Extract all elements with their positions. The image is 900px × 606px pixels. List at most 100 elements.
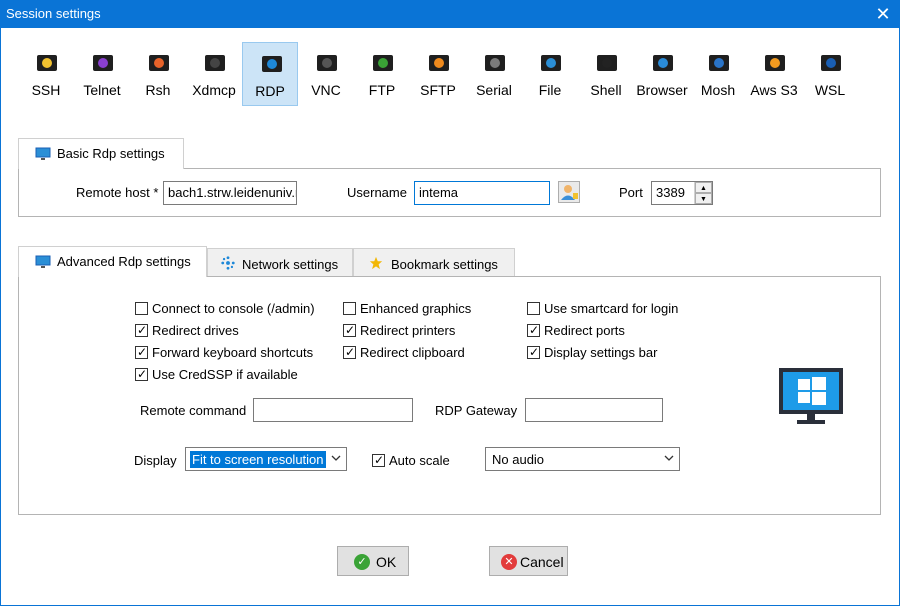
port-label: Port <box>619 185 643 200</box>
option-forward-keyboard-shortcuts-checkbox[interactable]: ✓ Forward keyboard shortcuts <box>135 345 325 361</box>
checkbox-box: ✓ <box>527 345 540 359</box>
rdp-gateway-input[interactable] <box>525 398 663 422</box>
telnet-icon <box>93 55 113 71</box>
ftp-globe-icon <box>373 55 393 71</box>
protocol-label: RDP <box>255 83 285 99</box>
display-label: Display <box>134 453 177 468</box>
option-redirect-drives-checkbox[interactable]: ✓ Redirect drives <box>135 323 325 339</box>
protocol-aws-s3-button[interactable]: Aws S3 <box>746 42 802 106</box>
option-enhanced-graphics-checkbox[interactable]: Enhanced graphics <box>343 301 533 317</box>
protocol-wsl-button[interactable]: WSL <box>802 42 858 106</box>
mosh-antenna-icon <box>709 55 729 71</box>
auto-scale-label: Auto scale <box>389 453 450 468</box>
ok-label: OK <box>376 554 397 570</box>
protocol-mosh-button[interactable]: Mosh <box>690 42 746 106</box>
check-icon: ✓ <box>345 323 356 337</box>
check-icon: ✓ <box>137 345 148 359</box>
window-title: Session settings <box>6 6 101 21</box>
vnc-icon <box>317 55 337 71</box>
display-selected-value: Fit to screen resolution <box>190 451 326 468</box>
protocol-telnet-button[interactable]: Telnet <box>74 42 130 106</box>
option-label: Redirect printers <box>360 323 456 338</box>
option-display-settings-bar-checkbox[interactable]: ✓ Display settings bar <box>527 345 717 361</box>
cancel-label: Cancel <box>520 554 564 570</box>
protocol-label: Telnet <box>83 82 121 98</box>
advanced-settings-panel: Connect to console (/admin) Enhanced grap… <box>18 276 881 515</box>
rdp-gateway-label: RDP Gateway <box>435 403 518 418</box>
protocol-shell-button[interactable]: Shell <box>578 42 634 106</box>
protocol-file-button[interactable]: File <box>522 42 578 106</box>
protocol-label: SSH <box>31 82 61 98</box>
audio-selected-value: No audio <box>492 452 545 467</box>
option-label: Display settings bar <box>544 345 658 360</box>
protocol-label: SFTP <box>420 82 456 98</box>
checkbox-box <box>527 302 540 315</box>
option-use-credssp-if-available-checkbox[interactable]: ✓ Use CredSSP if available <box>135 367 325 383</box>
port-value: 3389 <box>656 185 685 200</box>
protocol-ftp-button[interactable]: FTP <box>354 42 410 106</box>
remote-command-input[interactable] <box>253 398 413 422</box>
tab-network-settings[interactable]: Network settings <box>207 248 353 277</box>
network-icon <box>221 256 235 270</box>
option-label: Enhanced graphics <box>360 301 472 316</box>
option-redirect-ports-checkbox[interactable]: ✓ Redirect ports <box>527 323 717 339</box>
checkbox-box: ✓ <box>135 367 148 381</box>
protocol-label: Mosh <box>700 82 736 98</box>
protocol-label: File <box>538 82 562 98</box>
remote-command-label: Remote command <box>140 403 247 418</box>
spin-up-icon[interactable]: ▲ <box>695 182 712 193</box>
cancel-button[interactable]: ✕ Cancel <box>489 546 568 576</box>
protocol-rsh-button[interactable]: Rsh <box>130 42 186 106</box>
username-label: Username <box>347 185 407 200</box>
tab-bookmark-settings[interactable]: Bookmark settings <box>353 248 515 277</box>
protocol-label: Serial <box>476 82 512 98</box>
protocol-serial-button[interactable]: Serial <box>466 42 522 106</box>
spin-down-icon[interactable]: ▼ <box>695 193 712 204</box>
file-monitor-icon <box>541 55 561 71</box>
protocol-label: Rsh <box>145 82 171 98</box>
rsh-icon <box>149 55 169 71</box>
check-icon: ✓ <box>529 345 540 359</box>
monitor-icon <box>35 147 51 160</box>
protocol-ssh-button[interactable]: SSH <box>18 42 74 106</box>
rdp-windows-monitor-icon <box>779 368 843 424</box>
checkbox-box: ✓ <box>372 453 385 467</box>
shell-terminal-icon <box>597 55 617 71</box>
xdmcp-icon <box>205 55 225 71</box>
protocol-browser-button[interactable]: Browser <box>634 42 690 106</box>
browser-globe-icon <box>653 55 673 71</box>
monitor-icon <box>35 255 51 268</box>
option-use-smartcard-for-login-checkbox[interactable]: Use smartcard for login <box>527 301 717 317</box>
checkbox-box: ✓ <box>135 345 148 359</box>
checkbox-box <box>343 302 356 315</box>
audio-select[interactable]: No audio <box>485 447 680 471</box>
chevron-down-icon <box>331 455 341 461</box>
user-picker-icon[interactable] <box>558 181 580 203</box>
ok-button[interactable]: ✓ OK <box>337 546 409 576</box>
close-icon[interactable]: ✕ <box>866 0 900 28</box>
option-redirect-printers-checkbox[interactable]: ✓ Redirect printers <box>343 323 533 339</box>
option-connect-to-console-admin-checkbox[interactable]: Connect to console (/admin) <box>135 301 325 317</box>
option-redirect-clipboard-checkbox[interactable]: ✓ Redirect clipboard <box>343 345 533 361</box>
remote-host-input[interactable]: bach1.strw.leidenuniv.nl <box>163 181 297 205</box>
cancel-x-icon: ✕ <box>501 554 517 570</box>
auto-scale-checkbox[interactable]: ✓ Auto scale <box>372 453 472 469</box>
checkbox-box <box>135 302 148 315</box>
title-bar: Session settings ✕ <box>0 0 900 28</box>
tab-basic-rdp-settings[interactable]: Basic Rdp settings <box>18 138 184 169</box>
protocol-label: VNC <box>311 82 341 98</box>
username-input[interactable]: intema <box>414 181 550 205</box>
port-spinner[interactable]: ▲ ▼ <box>694 182 712 204</box>
protocol-sftp-button[interactable]: SFTP <box>410 42 466 106</box>
display-select[interactable]: Fit to screen resolution <box>185 447 347 471</box>
protocol-label: Aws S3 <box>750 82 798 98</box>
tab-label: Bookmark settings <box>391 257 498 272</box>
protocol-rdp-button[interactable]: RDP <box>242 42 298 106</box>
checkbox-box: ✓ <box>343 345 356 359</box>
check-icon: ✓ <box>374 453 385 467</box>
check-icon: ✓ <box>137 367 148 381</box>
tab-label: Advanced Rdp settings <box>57 254 191 269</box>
tab-advanced-rdp-settings[interactable]: Advanced Rdp settings <box>18 246 207 277</box>
protocol-xdmcp-button[interactable]: Xdmcp <box>186 42 242 106</box>
protocol-vnc-button[interactable]: VNC <box>298 42 354 106</box>
